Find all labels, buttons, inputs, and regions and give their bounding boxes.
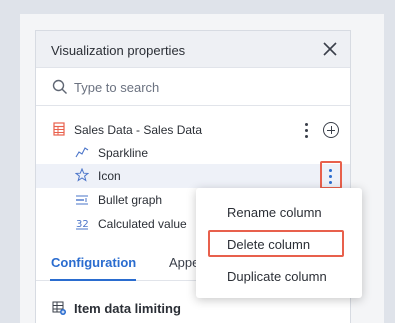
tree-item-column[interactable]: Sparkline: [36, 141, 350, 165]
close-icon: [323, 42, 337, 56]
bullet-graph-icon: [76, 195, 88, 205]
column-label: Bullet graph: [98, 193, 163, 207]
svg-text:32: 32: [76, 219, 89, 230]
calculated-value-icon: 32: [76, 219, 89, 230]
tree-item-column-selected[interactable]: Icon: [36, 164, 350, 188]
highlight-box-more-button: [320, 161, 342, 189]
column-label: Sparkline: [98, 146, 149, 160]
tab-configuration[interactable]: Configuration: [51, 255, 136, 270]
table-more-button[interactable]: [298, 120, 316, 140]
panel-header: Visualization properties: [36, 31, 350, 68]
star-icon: [75, 168, 89, 182]
search-input[interactable]: [74, 76, 324, 98]
tab-appearance[interactable]: Appe: [169, 255, 199, 270]
section-label: Item data limiting: [74, 301, 181, 316]
column-label: Calculated value: [98, 217, 187, 231]
highlight-box-delete-column: [208, 230, 344, 257]
tree-item-table[interactable]: Sales Data - Sales Data: [36, 118, 350, 142]
search-row: [36, 68, 350, 106]
more-vertical-icon: [305, 123, 308, 126]
table-icon: [53, 122, 65, 136]
data-limiting-icon: [52, 301, 66, 315]
menu-item-label: Rename column: [227, 205, 322, 220]
panel-title: Visualization properties: [51, 43, 186, 58]
table-label: Sales Data - Sales Data: [74, 123, 203, 137]
menu-item-rename-column[interactable]: Rename column: [196, 199, 362, 225]
more-vertical-icon-dot: [305, 135, 308, 138]
more-vertical-icon-dot: [305, 129, 308, 132]
search-icon: [52, 79, 67, 94]
column-context-menu: Rename column Delete column Duplicate co…: [196, 188, 362, 298]
section-item-data-limiting[interactable]: Item data limiting: [36, 296, 350, 320]
sparkline-icon: [75, 147, 89, 158]
column-label: Icon: [98, 169, 121, 183]
active-tab-indicator: [50, 279, 136, 281]
menu-item-label: Duplicate column: [227, 269, 327, 284]
menu-item-duplicate-column[interactable]: Duplicate column: [196, 263, 362, 289]
close-button[interactable]: [320, 39, 340, 59]
add-column-button[interactable]: [323, 122, 339, 138]
